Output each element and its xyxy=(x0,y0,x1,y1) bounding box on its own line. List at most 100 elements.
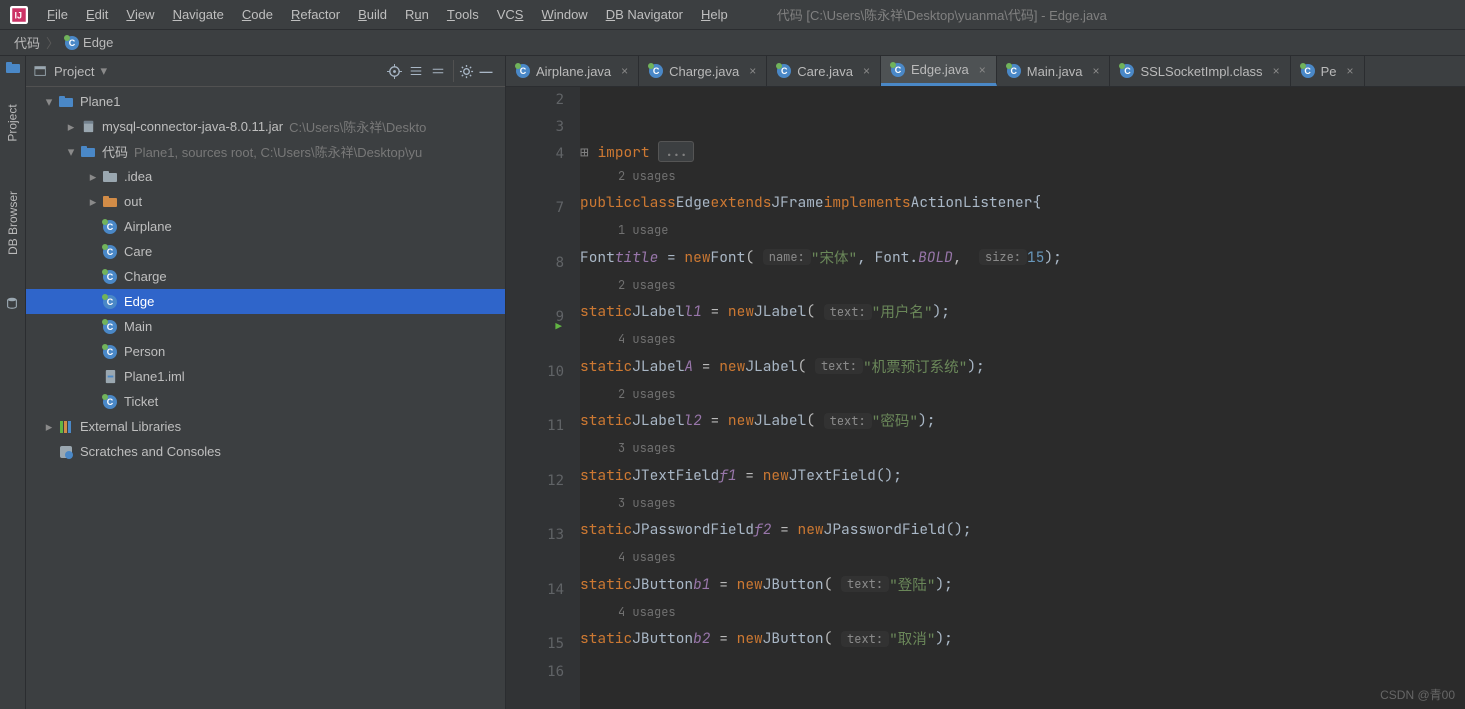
tree-toggle-icon[interactable]: ▸ xyxy=(42,420,56,434)
libs-icon xyxy=(58,419,74,435)
project-panel-title: Project xyxy=(54,64,94,79)
menu-db-navigator[interactable]: DB Navigator xyxy=(597,1,692,29)
collapse-all-icon[interactable] xyxy=(427,60,449,82)
tab-label: Main.java xyxy=(1027,64,1083,79)
usage-hint[interactable]: 4 usages xyxy=(580,598,1465,625)
locate-icon[interactable] xyxy=(383,60,405,82)
breadcrumb-root[interactable]: 代码 xyxy=(14,33,40,52)
menu-help[interactable]: Help xyxy=(692,1,737,29)
tree-item-ticket[interactable]: CTicket xyxy=(26,389,505,414)
gutter-line: 16 xyxy=(506,659,564,684)
tree-item-label: Airplane xyxy=(124,219,172,234)
folder-orange-icon xyxy=(102,194,118,210)
menu-run[interactable]: Run xyxy=(396,1,438,29)
left-tool-strip: Project DB Browser xyxy=(0,56,26,709)
db-strip-icon[interactable] xyxy=(5,296,21,312)
tree-item-care[interactable]: CCare xyxy=(26,239,505,264)
tab-main-java[interactable]: CMain.java× xyxy=(997,56,1111,86)
breadcrumb-sep-icon: 〉 xyxy=(46,33,59,52)
menu-view[interactable]: View xyxy=(117,1,163,29)
tree-toggle-icon[interactable]: ▾ xyxy=(42,95,56,109)
usage-hint[interactable]: 2 usages xyxy=(580,271,1465,298)
tab-charge-java[interactable]: CCharge.java× xyxy=(639,56,767,86)
tree-item-charge[interactable]: CCharge xyxy=(26,264,505,289)
tree-item-label: Ticket xyxy=(124,394,158,409)
hide-panel-icon[interactable]: — xyxy=(475,60,497,82)
tab-pe[interactable]: CPe× xyxy=(1291,56,1365,86)
usage-hint[interactable]: 4 usages xyxy=(580,544,1465,571)
fold-icon[interactable]: ⊞ xyxy=(580,143,597,162)
usage-hint[interactable]: 2 usages xyxy=(580,162,1465,189)
tab-sslsocketimpl-class[interactable]: CSSLSocketImpl.class× xyxy=(1110,56,1290,86)
tree-item-label: Charge xyxy=(124,269,167,284)
tree-toggle-icon xyxy=(42,445,56,459)
usage-hint[interactable]: 4 usages xyxy=(580,326,1465,353)
tab-close-icon[interactable]: × xyxy=(979,63,986,77)
tab-close-icon[interactable]: × xyxy=(749,64,756,78)
tab-close-icon[interactable]: × xyxy=(621,64,628,78)
tree-item-airplane[interactable]: CAirplane xyxy=(26,214,505,239)
tab-edge-java[interactable]: CEdge.java× xyxy=(881,56,997,86)
run-icon[interactable]: ▶ xyxy=(555,312,562,340)
panel-settings-icon[interactable] xyxy=(453,60,475,82)
tab-label: Airplane.java xyxy=(536,64,611,79)
menu-code[interactable]: Code xyxy=(233,1,282,29)
tree-item-path: Plane1, sources root, C:\Users\陈永祥\Deskt… xyxy=(134,142,422,161)
menu-window[interactable]: Window xyxy=(532,1,596,29)
tab-close-icon[interactable]: × xyxy=(1092,64,1099,78)
tree-item-scratches-and-consoles[interactable]: Scratches and Consoles xyxy=(26,439,505,464)
tab-close-icon[interactable]: × xyxy=(1346,64,1353,78)
usage-hint[interactable]: 3 usages xyxy=(580,435,1465,462)
scratch-icon xyxy=(58,444,74,460)
tab-close-icon[interactable]: × xyxy=(863,64,870,78)
menu-build[interactable]: Build xyxy=(349,1,396,29)
left-tab-db-browser[interactable]: DB Browser xyxy=(6,191,20,255)
window-title: 代码 [C:\Users\陈永祥\Desktop\yuanma\代码] - Ed… xyxy=(777,5,1107,24)
tab-label: Charge.java xyxy=(669,64,739,79)
tab-airplane-java[interactable]: CAirplane.java× xyxy=(506,56,639,86)
project-view-dropdown-icon[interactable]: ▾ xyxy=(100,63,107,79)
menu-refactor[interactable]: Refactor xyxy=(282,1,349,29)
editor-tabs: CAirplane.java×CCharge.java×CCare.java×C… xyxy=(506,56,1465,87)
class-icon: C xyxy=(1120,64,1134,78)
tree-item-mysql-connector-java-8-0-11-jar[interactable]: ▸mysql-connector-java-8.0.11.jarC:\Users… xyxy=(26,114,505,139)
tree-toggle-icon[interactable]: ▾ xyxy=(64,145,78,159)
tree-toggle-icon[interactable]: ▸ xyxy=(86,170,100,184)
project-strip-icon[interactable] xyxy=(5,60,21,76)
jar-icon xyxy=(80,119,96,135)
usage-hint[interactable]: 3 usages xyxy=(580,489,1465,516)
gutter-line xyxy=(506,441,564,468)
tree-item-external-libraries[interactable]: ▸External Libraries xyxy=(26,414,505,439)
tree-item-person[interactable]: CPerson xyxy=(26,339,505,364)
left-tab-project[interactable]: Project xyxy=(6,104,20,141)
tree-item-edge[interactable]: CEdge xyxy=(26,289,505,314)
project-panel: Project ▾ — ▾Plane1▸mysql-connector-java… xyxy=(26,56,506,709)
class-icon: C xyxy=(102,344,118,360)
tab-care-java[interactable]: CCare.java× xyxy=(767,56,881,86)
menu-edit[interactable]: Edit xyxy=(77,1,117,29)
usage-hint[interactable]: 2 usages xyxy=(580,380,1465,407)
expand-all-icon[interactable] xyxy=(405,60,427,82)
tree-item-main[interactable]: CMain xyxy=(26,314,505,339)
tree-item--idea[interactable]: ▸ .idea xyxy=(26,164,505,189)
tree-item-label: Scratches and Consoles xyxy=(80,444,221,459)
breadcrumb-current[interactable]: C Edge xyxy=(65,35,113,50)
gutter-line: 14 xyxy=(506,577,564,605)
project-tree[interactable]: ▾Plane1▸mysql-connector-java-8.0.11.jarC… xyxy=(26,87,505,709)
tree-item-plane1-iml[interactable]: Plane1.iml xyxy=(26,364,505,389)
tree-item-plane1[interactable]: ▾Plane1 xyxy=(26,89,505,114)
menu-file[interactable]: File xyxy=(38,1,77,29)
tree-toggle-icon[interactable]: ▸ xyxy=(64,120,78,134)
usage-hint[interactable]: 1 usage xyxy=(580,217,1465,244)
tree-item-out[interactable]: ▸out xyxy=(26,189,505,214)
breadcrumb-current-label: Edge xyxy=(83,35,113,50)
menu-navigate[interactable]: Navigate xyxy=(164,1,233,29)
tree-item--[interactable]: ▾代码Plane1, sources root, C:\Users\陈永祥\De… xyxy=(26,139,505,164)
code-area[interactable]: ⊞ import ... 2 usages public class Edge … xyxy=(580,87,1465,709)
menu-tools[interactable]: Tools xyxy=(438,1,488,29)
gutter-line xyxy=(506,277,564,304)
menu-vcs[interactable]: VCS xyxy=(488,1,533,29)
tree-toggle-icon[interactable]: ▸ xyxy=(86,195,100,209)
tab-close-icon[interactable]: × xyxy=(1273,64,1280,78)
tree-item-label: .idea xyxy=(124,169,152,184)
